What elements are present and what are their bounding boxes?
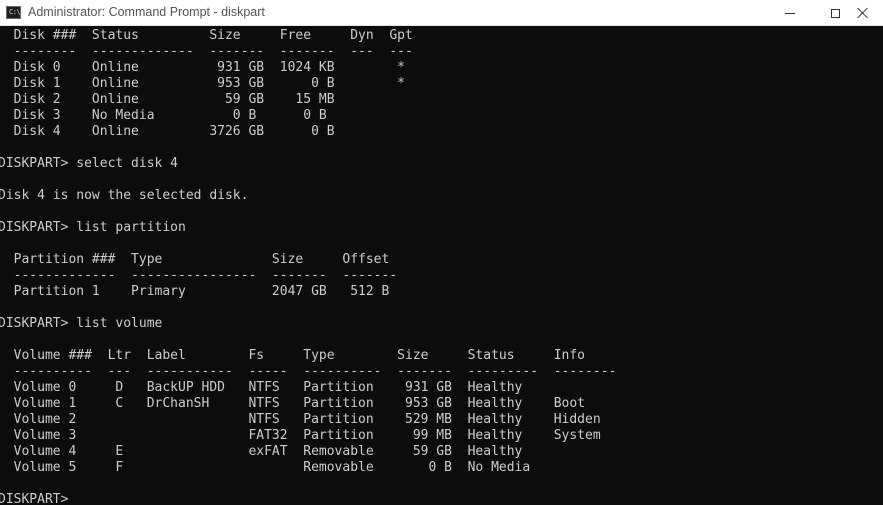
console-line: Volume 0 D BackUP HDD NTFS Partition 931… — [0, 380, 523, 395]
console-line: Disk 3 No Media 0 B 0 B — [0, 108, 327, 123]
console-line: Volume 1 C DrChanSH NTFS Partition 953 G… — [0, 396, 585, 411]
console-line: DISKPART> select disk 4 — [0, 156, 179, 171]
console-text: Disk ### Status Size Free Dyn Gpt ------… — [0, 28, 616, 505]
command-prompt-window: C:\ Administrator: Command Prompt - disk… — [0, 0, 883, 505]
console-line: ---------- --- ----------- ----- -------… — [0, 364, 617, 379]
console-line: Disk 4 Online 3726 GB 0 B — [0, 124, 335, 139]
console-line: Disk 4 is now the selected disk. — [0, 188, 249, 203]
console-line: Volume 2 NTFS Partition 529 MB Healthy H… — [0, 412, 601, 427]
window-title: Administrator: Command Prompt - diskpart — [28, 5, 265, 19]
console-line: Volume 3 FAT32 Partition 99 MB Healthy S… — [0, 428, 601, 443]
console-line: Disk 0 Online 931 GB 1024 KB * — [0, 60, 405, 75]
title-bar[interactable]: C:\ Administrator: Command Prompt - disk… — [0, 0, 883, 26]
console-line: Volume 4 E exFAT Removable 59 GB Healthy — [0, 444, 523, 459]
console-line: Partition 1 Primary 2047 GB 512 B — [0, 284, 390, 299]
maximize-icon — [830, 8, 840, 18]
console-line: Disk 2 Online 59 GB 15 MB — [0, 92, 335, 107]
cmd-icon-glyph: C:\ — [9, 8, 21, 16]
close-icon — [857, 7, 869, 19]
console-output-area[interactable]: Disk ### Status Size Free Dyn Gpt ------… — [0, 26, 883, 505]
console-line: -------- ------------- ------- ------- -… — [0, 44, 413, 59]
close-button[interactable] — [857, 0, 883, 26]
console-line: DISKPART> list volume — [0, 316, 163, 331]
minimize-icon — [785, 12, 795, 14]
console-line: Volume 5 F Removable 0 B No Media — [0, 460, 531, 475]
console-line: ------------- ---------------- ------- -… — [0, 268, 398, 283]
console-line: DISKPART> list partition — [0, 220, 186, 235]
cmd-icon[interactable]: C:\ — [6, 6, 21, 19]
console-line: Volume ### Ltr Label Fs Type Size Status… — [0, 348, 585, 363]
minimize-button[interactable] — [767, 0, 813, 26]
maximize-button[interactable] — [812, 0, 858, 26]
console-line: Disk 1 Online 953 GB 0 B * — [0, 76, 405, 91]
console-line: DISKPART> — [0, 492, 77, 505]
console-line: Partition ### Type Size Offset — [0, 252, 390, 267]
console-line: Disk ### Status Size Free Dyn Gpt — [0, 28, 413, 43]
